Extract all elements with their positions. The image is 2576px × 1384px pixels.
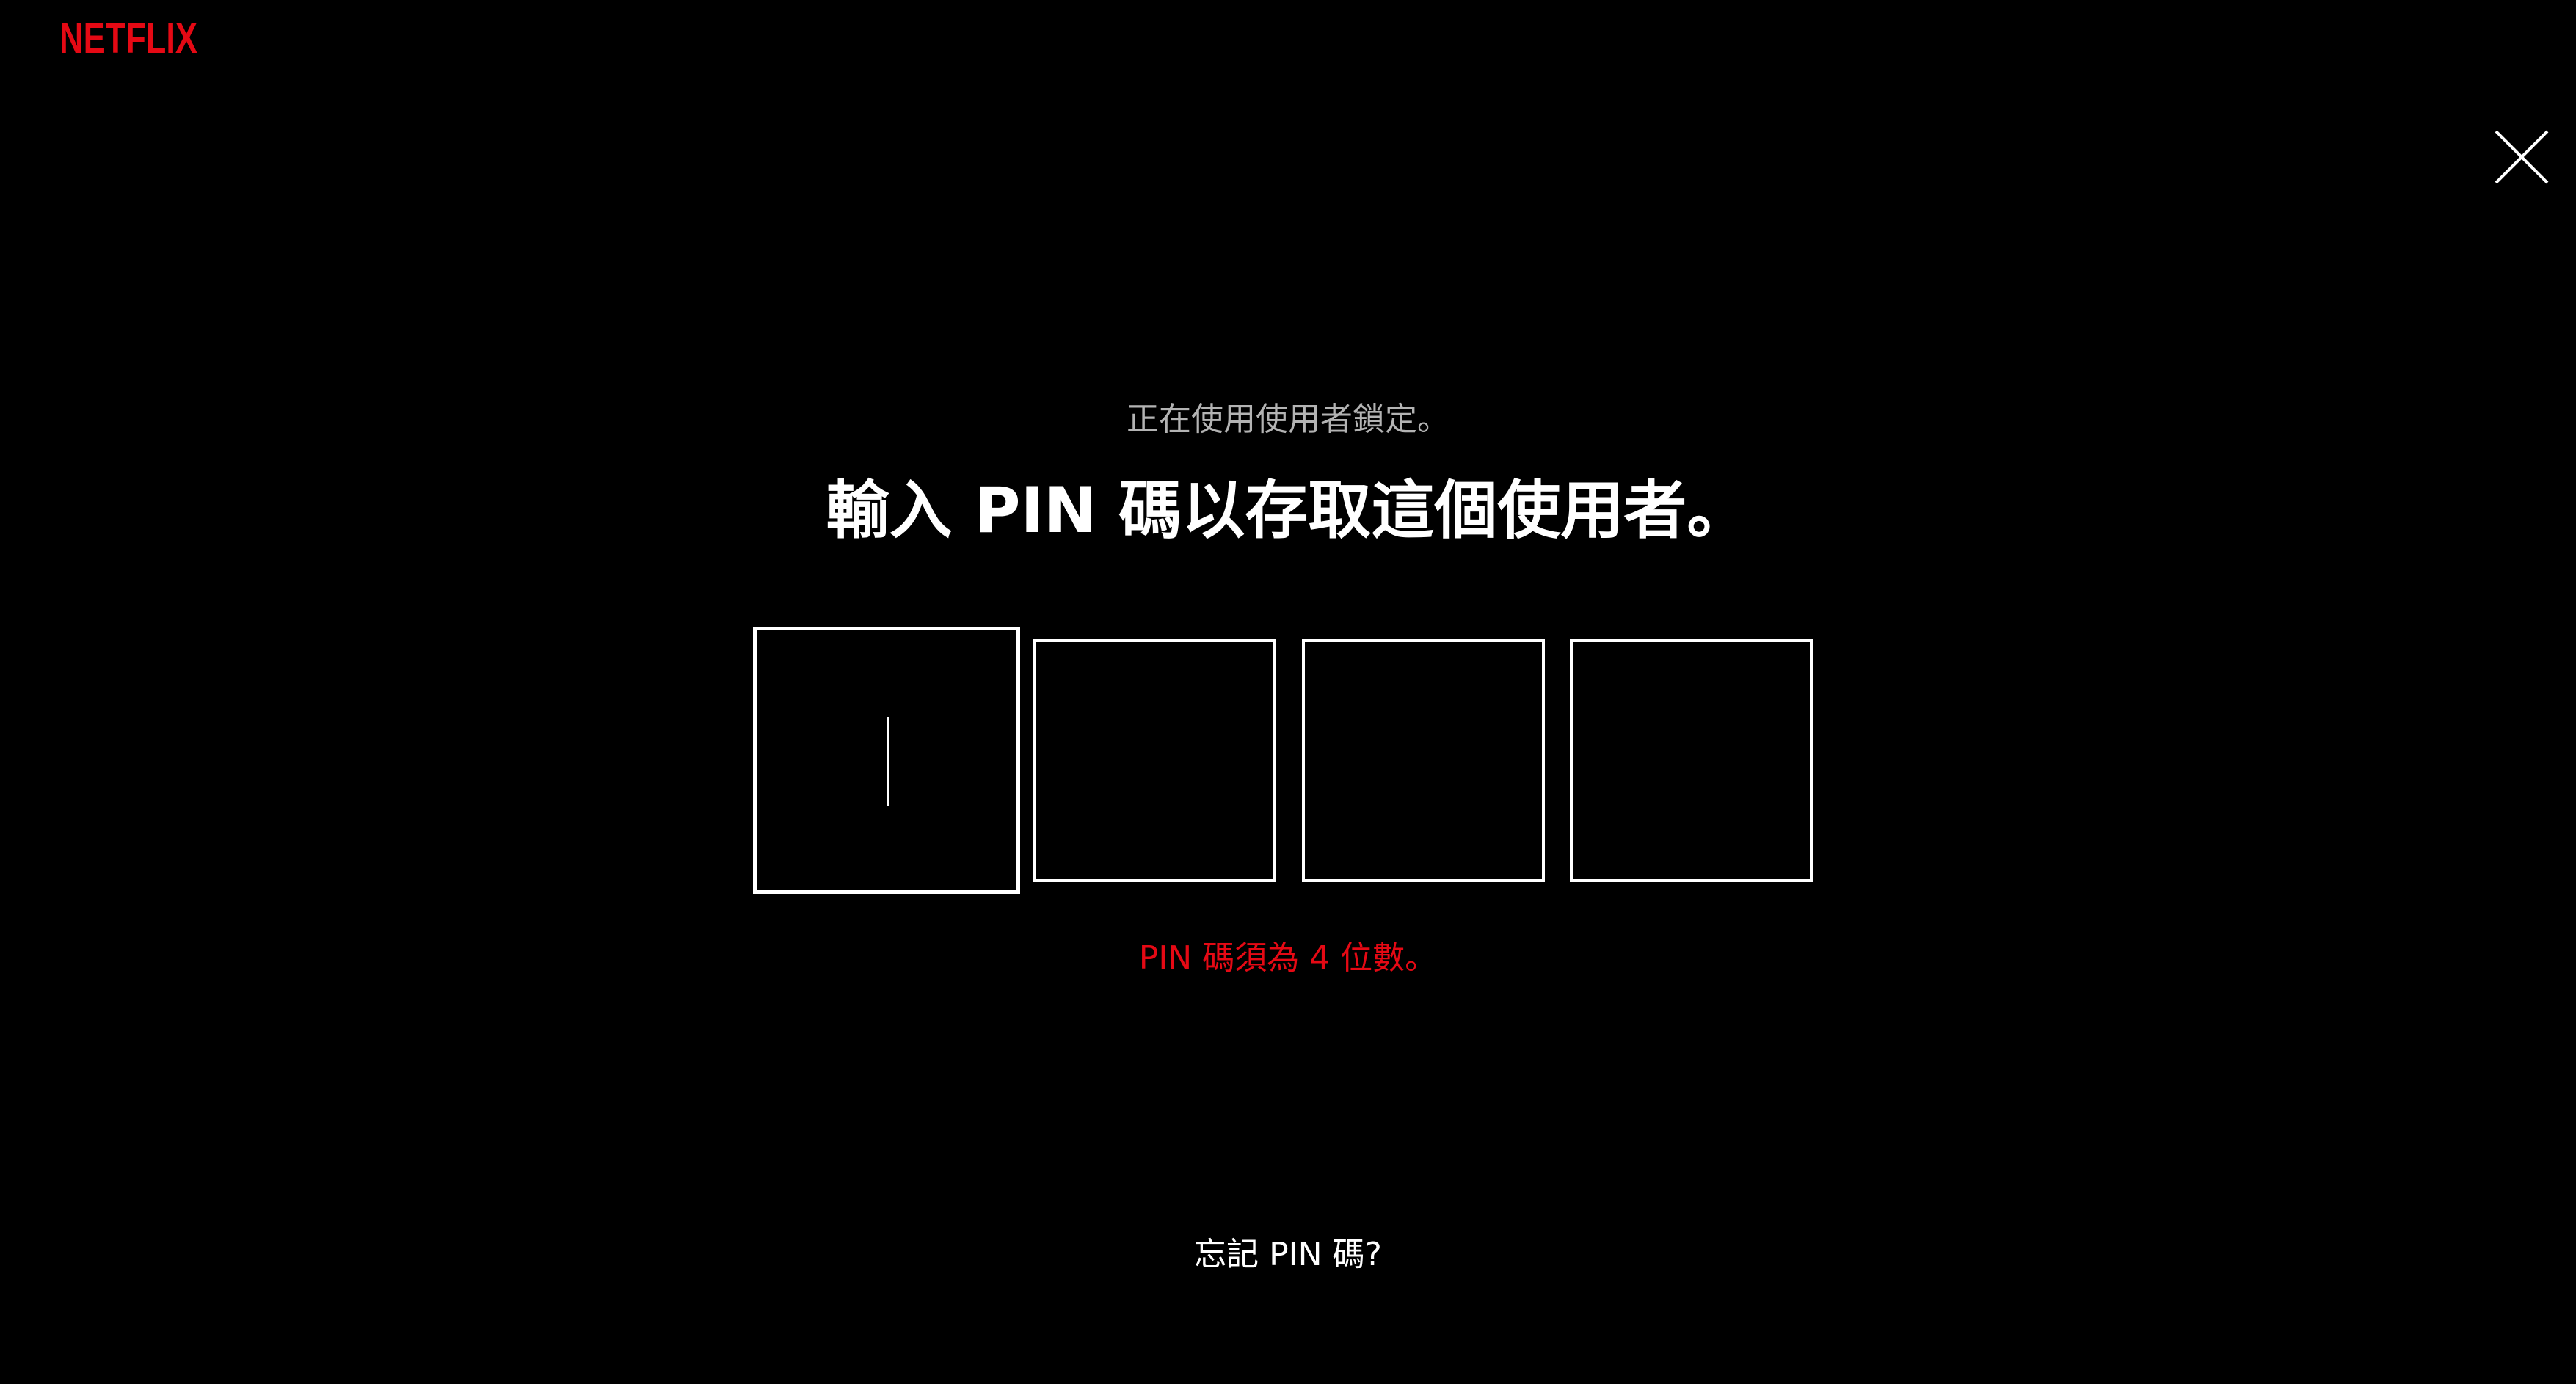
forgot-pin-link[interactable]: 忘記 PIN 碼? [1194,1236,1382,1273]
page-title: 輸入 PIN 碼以存取這個使用者。 [826,474,1750,547]
close-button[interactable] [2494,129,2550,185]
text-caret [887,717,889,806]
pin-digit-2[interactable] [1033,639,1276,882]
pin-input-group [753,627,1813,894]
netflix-logo[interactable]: NETFLIX [59,12,199,62]
svg-text:NETFLIX: NETFLIX [59,15,197,59]
netflix-logo-image: NETFLIX [59,15,197,62]
close-icon [2495,130,2549,184]
pin-digit-1[interactable] [753,627,1020,894]
pin-digit-3[interactable] [1302,639,1545,882]
pin-error-message: PIN 碼須為 4 位數。 [1138,939,1438,977]
profile-lock-status: 正在使用使用者鎖定。 [1127,401,1449,438]
pin-digit-4[interactable] [1570,639,1813,882]
forgot-pin-container: 忘記 PIN 碼? [0,1230,2576,1280]
